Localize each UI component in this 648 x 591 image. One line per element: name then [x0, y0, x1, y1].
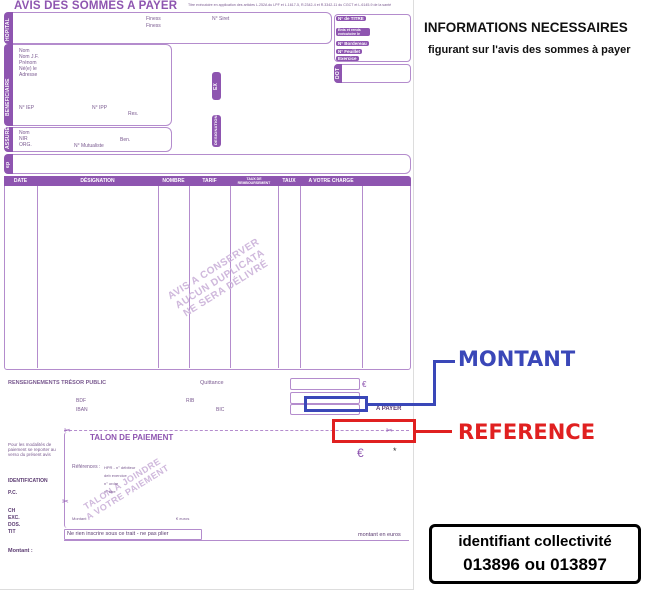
- montant-connector: [368, 403, 436, 406]
- exercice-tag: Exercice: [336, 56, 359, 61]
- tresor-label: RENSEIGNEMENTS TRÉSOR PUBLIC: [8, 380, 107, 386]
- legal-note: Titre exécutoire en application des arti…: [188, 3, 392, 7]
- beneficiaire-side-bar: BENEFICIAIRE: [4, 44, 13, 126]
- ipp-label: N° IPP: [92, 105, 108, 111]
- collectivite-label: identifiant collectivité: [458, 533, 612, 550]
- titre-tag: N° de TITRE: [336, 16, 366, 21]
- form-title: AVIS DES SOMMES A PAYER: [14, 0, 178, 12]
- montant-en-euros: montant en euros: [358, 532, 401, 538]
- montant-bottom-label: Montant :: [8, 548, 33, 554]
- ents-tag: Ents et rends exécutoire le: [336, 28, 370, 36]
- designation-tab: DESIGNATION: [212, 115, 221, 147]
- ep-box: [4, 154, 411, 174]
- montant-small-label: Montant: [72, 516, 87, 521]
- code-dos: DOS.: [8, 522, 21, 528]
- col-tarif: TARIF: [189, 176, 230, 186]
- titre-box: [334, 14, 411, 62]
- euros-small-label: € euros: [176, 516, 190, 521]
- hopital-box: [4, 12, 332, 44]
- rib-label: RIB: [186, 398, 195, 404]
- star-mark: *: [393, 446, 397, 456]
- col-taux: TAUX: [278, 176, 300, 186]
- col-divider: [37, 186, 38, 368]
- code-exc: EXC.: [8, 515, 20, 521]
- code-pc: P.C.: [8, 490, 18, 496]
- montant-connector: [433, 360, 436, 406]
- feuillet-tag: N° Feuillet: [336, 49, 363, 54]
- ref-line: n° titre: [104, 489, 116, 494]
- ne-rien-inscrire: Ne rien inscrire sous ce trait - ne pas …: [67, 531, 169, 537]
- col-blank: [362, 176, 411, 186]
- finess-label-1: Finess: [146, 16, 161, 22]
- col-a-votre-charge: A VOTRE CHARGE: [300, 176, 362, 186]
- code-tit: TIT: [8, 529, 16, 535]
- reference-highlight-box: [332, 419, 416, 443]
- scissors-icon: ✂: [62, 497, 69, 506]
- col-designation: DÉSIGNATION: [37, 176, 158, 186]
- ref-line: HPR - n° débiteur: [104, 465, 136, 470]
- montant-highlight-box: [304, 396, 368, 412]
- code-ch: CH: [8, 508, 16, 514]
- bordereau-tag: N° Bordereau: [336, 41, 369, 46]
- org-label: ORG.: [19, 142, 32, 148]
- talon-title: TALON DE PAIEMENT: [90, 433, 174, 442]
- dot-side-bar: DOT: [334, 64, 342, 83]
- bottom-rule: [64, 540, 409, 541]
- col-nombre: NOMBRE: [158, 176, 189, 186]
- col-divider: [300, 186, 301, 368]
- reference-annotation: REFERENCE: [458, 420, 596, 444]
- ep-side-bar: ep: [4, 154, 13, 174]
- dot-box: [334, 64, 411, 83]
- identification-label: IDENTIFICATION: [8, 478, 48, 484]
- assure-side-bar: ASSURE: [4, 127, 13, 152]
- col-divider: [158, 186, 159, 368]
- mutualiste-label: N° Mutualiste: [74, 143, 104, 149]
- hopital-side-bar: HOPITAL: [4, 12, 13, 44]
- ex-tab: EX: [212, 72, 221, 100]
- ref-line: deb exercice: [104, 473, 127, 478]
- references-label: Références :: [72, 464, 101, 470]
- talon-side-note: Pour les modalités de paiement se report…: [8, 442, 56, 457]
- euro-sign: €: [362, 380, 367, 389]
- col-divider: [362, 186, 363, 368]
- reference-connector: [416, 430, 452, 433]
- iep-label: N° IEP: [19, 105, 35, 111]
- res-label: Res.: [128, 111, 139, 117]
- collectivite-value: 013896 ou 013897: [463, 555, 607, 574]
- info-subheading: figurant sur l'avis des sommes à payer: [428, 44, 631, 56]
- bdf-label: BDF: [76, 398, 86, 404]
- bic-label: BIC: [216, 407, 225, 413]
- ben-label: Ben.: [120, 137, 131, 143]
- assure-fields: Nom NIR ORG.: [19, 130, 32, 148]
- col-taux-remboursement: TAUX DE REMBOURSEMENT: [230, 176, 278, 186]
- adresse-label: Adresse: [19, 72, 38, 78]
- finess-label-2: Finess: [146, 23, 161, 29]
- talon-euro-sign: €: [357, 446, 364, 460]
- references-lines: HPR - n° débiteur deb exercice n° ordre …: [104, 464, 135, 496]
- info-heading: INFORMATIONS NECESSAIRES: [424, 20, 628, 35]
- quittance-label: Quittance: [200, 380, 224, 386]
- siret-label: N° Siret: [212, 16, 230, 22]
- quittance-box: [290, 378, 360, 390]
- beneficiaire-fields: Nom Nom J.F. Prénom Né(e) le Adresse: [19, 48, 39, 78]
- ref-line: n° ordre: [104, 481, 119, 486]
- col-divider: [278, 186, 279, 368]
- montant-connector: [433, 360, 455, 363]
- invoice-form: AVIS DES SOMMES A PAYER Titre exécutoire…: [0, 0, 415, 591]
- codes-list: CH EXC. DOS. TIT: [8, 508, 20, 536]
- montant-annotation: MONTANT: [458, 347, 576, 371]
- iban-label: IBAN: [76, 407, 88, 413]
- col-date: DATE: [4, 176, 37, 186]
- a-payer-label: A PAYER: [376, 406, 402, 412]
